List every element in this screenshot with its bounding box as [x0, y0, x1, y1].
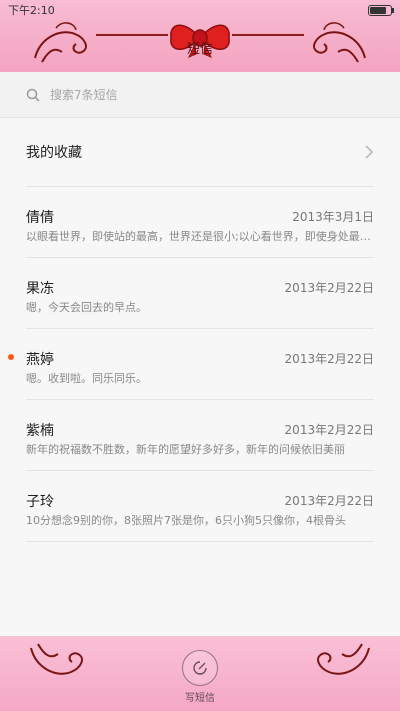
favorites-item[interactable]: 我的收藏: [26, 118, 374, 187]
status-time: 下午2:10: [8, 4, 55, 17]
compose-icon: [193, 661, 207, 675]
message-date: 2013年2月22日: [284, 423, 374, 437]
conversation-row[interactable]: 紫楠 2013年2月22日 新年的祝福数不胜数，新年的愿望好多好多，新年的问候依…: [26, 400, 374, 471]
message-date: 2013年2月22日: [284, 281, 374, 295]
unread-dot-icon: [8, 354, 14, 360]
search-input[interactable]: 搜索7条短信: [50, 86, 118, 103]
conversation-row[interactable]: 倩倩 2013年3月1日 以眼看世界，即使站的最高，世界还是很小;以心看世界，即…: [26, 187, 374, 258]
header-bar: 下午2:10 短信: [0, 0, 400, 72]
footer-bar: 写短信: [0, 636, 400, 711]
search-bar[interactable]: 搜索7条短信: [0, 72, 400, 118]
message-preview: 以眼看世界，即使站的最高，世界还是很小;以心看世界，即使身处最低，世界也是很大: [26, 230, 374, 243]
contact-name: 果冻: [26, 281, 54, 297]
favorites-label: 我的收藏: [26, 145, 82, 161]
contact-name: 燕婷: [26, 352, 54, 368]
contact-name: 紫楠: [26, 423, 54, 439]
conversation-row[interactable]: 果冻 2013年2月22日 嗯，今天会回去的早点。: [26, 258, 374, 329]
message-date: 2013年3月1日: [292, 210, 374, 224]
message-date: 2013年2月22日: [284, 494, 374, 508]
status-bar: 下午2:10: [0, 0, 400, 20]
chevron-right-icon: [365, 145, 374, 159]
page-title: 短信: [186, 42, 213, 57]
conversation-row[interactable]: 燕婷 2013年2月22日 嗯。收到啦。同乐同乐。: [8, 329, 374, 400]
compose-button[interactable]: [182, 650, 218, 686]
contact-name: 子玲: [26, 494, 54, 510]
message-preview: 嗯，今天会回去的早点。: [26, 301, 147, 314]
message-preview: 10分想念9别的你，8张照片7张是你，6只小狗5只像你，4根骨头: [26, 514, 346, 527]
ribbon-line: [96, 34, 168, 36]
message-preview: 嗯。收到啦。同乐同乐。: [26, 372, 147, 385]
contact-name: 倩倩: [26, 210, 54, 226]
message-date: 2013年2月22日: [284, 352, 374, 366]
conversation-row[interactable]: 子玲 2013年2月22日 10分想念9别的你，8张照片7张是你，6只小狗5只像…: [26, 471, 374, 542]
search-icon: [26, 88, 40, 102]
message-preview: 新年的祝福数不胜数，新年的愿望好多好多，新年的问候依旧美丽: [26, 443, 345, 456]
compose-label: 写短信: [185, 693, 215, 704]
swirl-ornament-icon: [317, 643, 370, 675]
swirl-ornament-icon: [30, 643, 83, 675]
battery-icon: [368, 4, 394, 16]
ribbon-line: [232, 34, 304, 36]
conversation-list: 我的收藏 倩倩 2013年3月1日 以眼看世界，即使站的最高，世界还是很小;以心…: [0, 118, 400, 542]
